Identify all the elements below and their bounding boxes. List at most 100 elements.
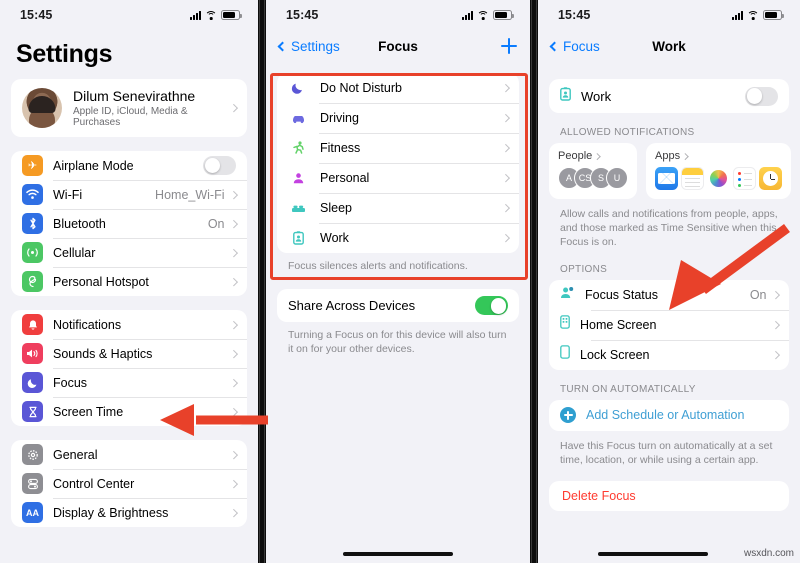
watermark: wsxdn.com	[743, 548, 794, 559]
row-label: Personal Hotspot	[53, 274, 149, 289]
cellular-signal-icon	[732, 10, 743, 20]
settings-row-focus[interactable]: Focus	[11, 368, 247, 397]
row-label: Fitness	[320, 141, 361, 155]
chevron-right-icon	[229, 190, 238, 199]
people-card[interactable]: People A CS S U	[549, 143, 637, 199]
settings-row-general[interactable]: General	[11, 440, 247, 469]
chevron-right-icon	[501, 144, 510, 152]
delete-focus-label: Delete Focus	[562, 488, 636, 503]
focus-row-fitness[interactable]: Fitness	[277, 133, 519, 163]
row-label: Bluetooth	[53, 216, 106, 231]
row-label: Share Across Devices	[288, 298, 416, 314]
plus-circle-icon	[560, 407, 576, 424]
battery-icon	[763, 10, 784, 20]
option-row-focus-status[interactable]: Focus Status On	[549, 280, 789, 310]
row-label: Display & Brightness	[53, 505, 169, 520]
apps-card[interactable]: Apps	[646, 143, 791, 199]
chevron-right-icon	[501, 234, 510, 242]
battery-icon	[493, 10, 514, 20]
status-indicators	[732, 10, 784, 20]
settings-row-sounds-haptics[interactable]: Sounds & Haptics	[11, 339, 247, 368]
add-icon[interactable]	[501, 38, 517, 54]
row-label: General	[53, 447, 98, 462]
status-time: 15:45	[286, 8, 319, 22]
chevron-right-icon	[229, 349, 238, 358]
status-time: 15:45	[558, 8, 591, 22]
share-across-devices-toggle[interactable]	[475, 296, 508, 316]
people-header: People	[558, 150, 628, 162]
automatic-footnote: Have this Focus turn on automatically at…	[560, 439, 773, 466]
chevron-right-icon	[229, 320, 238, 329]
settings-row-bluetooth[interactable]: Bluetooth On	[11, 209, 247, 238]
turn-on-automatically-header: TURN ON AUTOMATICALLY	[560, 383, 696, 395]
focus-row-work[interactable]: Work	[277, 223, 519, 253]
add-schedule-label: Add Schedule or Automation	[586, 408, 745, 423]
chevron-left-icon	[549, 41, 560, 51]
row-label: Wi-Fi	[53, 187, 83, 202]
back-button-focus[interactable]: Focus	[549, 38, 652, 54]
wifi-status-icon	[477, 10, 489, 20]
option-row-lock-screen[interactable]: Lock Screen	[549, 339, 789, 370]
airplane-mode-toggle[interactable]	[203, 156, 236, 175]
avatar	[22, 88, 62, 128]
alerts-card: Notifications Sounds & Haptics Focus Scr…	[11, 310, 247, 426]
add-schedule-card: Add Schedule or Automation	[549, 399, 789, 431]
allowed-notifications-cards: People A CS S U Apps	[549, 143, 791, 199]
connectivity-card: ✈ Airplane Mode Wi-Fi Home_Wi-Fi Bluetoo…	[11, 151, 247, 296]
chevron-right-icon	[501, 84, 510, 92]
chevron-right-icon	[229, 407, 238, 416]
moon-icon	[22, 372, 43, 393]
badge-icon	[560, 86, 571, 106]
nav-bar: Focus Work	[538, 30, 800, 62]
row-label: Focus	[53, 375, 88, 390]
add-schedule-row[interactable]: Add Schedule or Automation	[549, 400, 789, 431]
row-label: Do Not Disturb	[320, 81, 402, 95]
wifi-status-icon	[747, 10, 759, 20]
phone-screen-work-focus: 15:45 Focus Work Work ALLOWED NOTIFICATI…	[538, 0, 800, 563]
nav-title: Focus	[378, 38, 418, 54]
share-across-devices-card: Share Across Devices	[277, 289, 519, 323]
row-label: Focus Status	[585, 287, 658, 302]
cellular-signal-icon	[190, 10, 201, 20]
apple-id-card: Dilum Senevirathne Apple ID, iCloud, Med…	[11, 79, 247, 137]
status-indicators	[190, 10, 242, 20]
settings-row-cellular[interactable]: Cellular	[11, 238, 247, 267]
settings-row-personal-hotspot[interactable]: Personal Hotspot	[11, 267, 247, 296]
back-button-settings[interactable]: Settings	[277, 39, 378, 54]
settings-row-screen-time[interactable]: Screen Time	[11, 397, 247, 426]
status-indicators	[462, 10, 514, 20]
work-focus-row[interactable]: Work	[549, 79, 789, 113]
focus-row-driving[interactable]: Driving	[277, 103, 519, 133]
status-time: 15:45	[20, 8, 53, 22]
lock-screen-icon	[560, 345, 570, 364]
settings-row-control-center[interactable]: Control Center	[11, 469, 247, 498]
speaker-icon	[22, 343, 43, 364]
allowed-notifications-header: ALLOWED NOTIFICATIONS	[560, 127, 695, 138]
apple-id-row[interactable]: Dilum Senevirathne Apple ID, iCloud, Med…	[11, 79, 247, 137]
option-row-home-screen[interactable]: Home Screen	[549, 309, 789, 340]
focus-row-do-not-disturb[interactable]: Do Not Disturb	[277, 73, 519, 103]
chevron-right-icon	[682, 152, 689, 160]
settings-row-wifi[interactable]: Wi-Fi Home_Wi-Fi	[11, 180, 247, 209]
delete-focus-row[interactable]: Delete Focus	[549, 481, 789, 511]
nav-bar: Settings Focus	[266, 30, 530, 62]
reminders-icon	[733, 167, 756, 190]
settings-row-airplane-mode[interactable]: ✈ Airplane Mode	[11, 151, 247, 180]
work-focus-toggle[interactable]	[745, 86, 778, 106]
focus-row-sleep[interactable]: Sleep	[277, 193, 519, 223]
apps-header: Apps	[655, 150, 782, 162]
bell-icon	[22, 314, 43, 335]
avatar: U	[606, 167, 628, 189]
focus-row-personal[interactable]: Personal	[277, 163, 519, 193]
badge-icon	[288, 231, 308, 245]
share-across-devices-row[interactable]: Share Across Devices	[277, 289, 519, 322]
back-label: Focus	[563, 38, 600, 54]
people-label: People	[558, 150, 593, 162]
mail-icon	[655, 167, 678, 190]
focus-status-icon	[560, 286, 575, 304]
settings-row-notifications[interactable]: Notifications	[11, 310, 247, 339]
settings-row-display-brightness[interactable]: AA Display & Brightness	[11, 498, 247, 527]
display-icon: AA	[22, 502, 43, 523]
car-icon	[288, 113, 308, 124]
hourglass-icon	[22, 401, 43, 422]
